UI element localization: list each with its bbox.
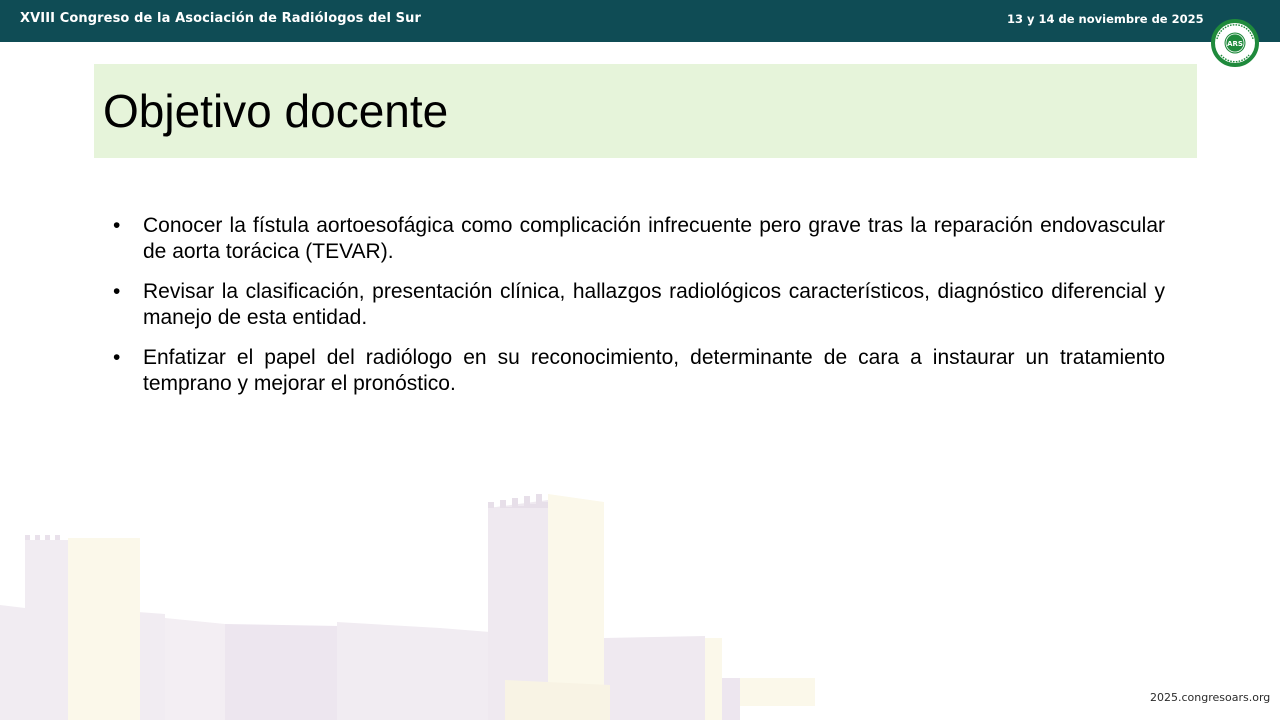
footer-url: 2025.congresoars.org xyxy=(1150,691,1271,704)
bullet-text: Revisar la clasificación, presentación c… xyxy=(143,280,1165,329)
bullet-marker: • xyxy=(113,280,121,303)
bullet-item: • Enfatizar el papel del radiólogo en su… xyxy=(113,345,1165,397)
header-bar: XVIII Congreso de la Asociación de Radió… xyxy=(0,0,1280,42)
bullet-item: • Conocer la fístula aortoesofágica como… xyxy=(113,213,1165,265)
bullet-text: Conocer la fístula aortoesofágica como c… xyxy=(143,214,1165,263)
bullet-item: • Revisar la clasificación, presentación… xyxy=(113,279,1165,331)
conference-dates: 13 y 14 de noviembre de 2025 xyxy=(1007,12,1204,26)
logo-text: ARS xyxy=(1227,40,1243,48)
slide-title: Objetivo docente xyxy=(103,85,449,137)
slide-title-box: Objetivo docente xyxy=(94,64,1197,158)
conference-title: XVIII Congreso de la Asociación de Radió… xyxy=(20,11,421,26)
bullet-list: • Conocer la fístula aortoesofágica como… xyxy=(113,213,1165,411)
bullet-marker: • xyxy=(113,346,121,369)
ars-logo-icon: ARS xyxy=(1211,19,1259,67)
bullet-text: Enfatizar el papel del radiólogo en su r… xyxy=(143,346,1165,395)
city-skyline-background xyxy=(0,494,815,720)
bullet-marker: • xyxy=(113,214,121,237)
